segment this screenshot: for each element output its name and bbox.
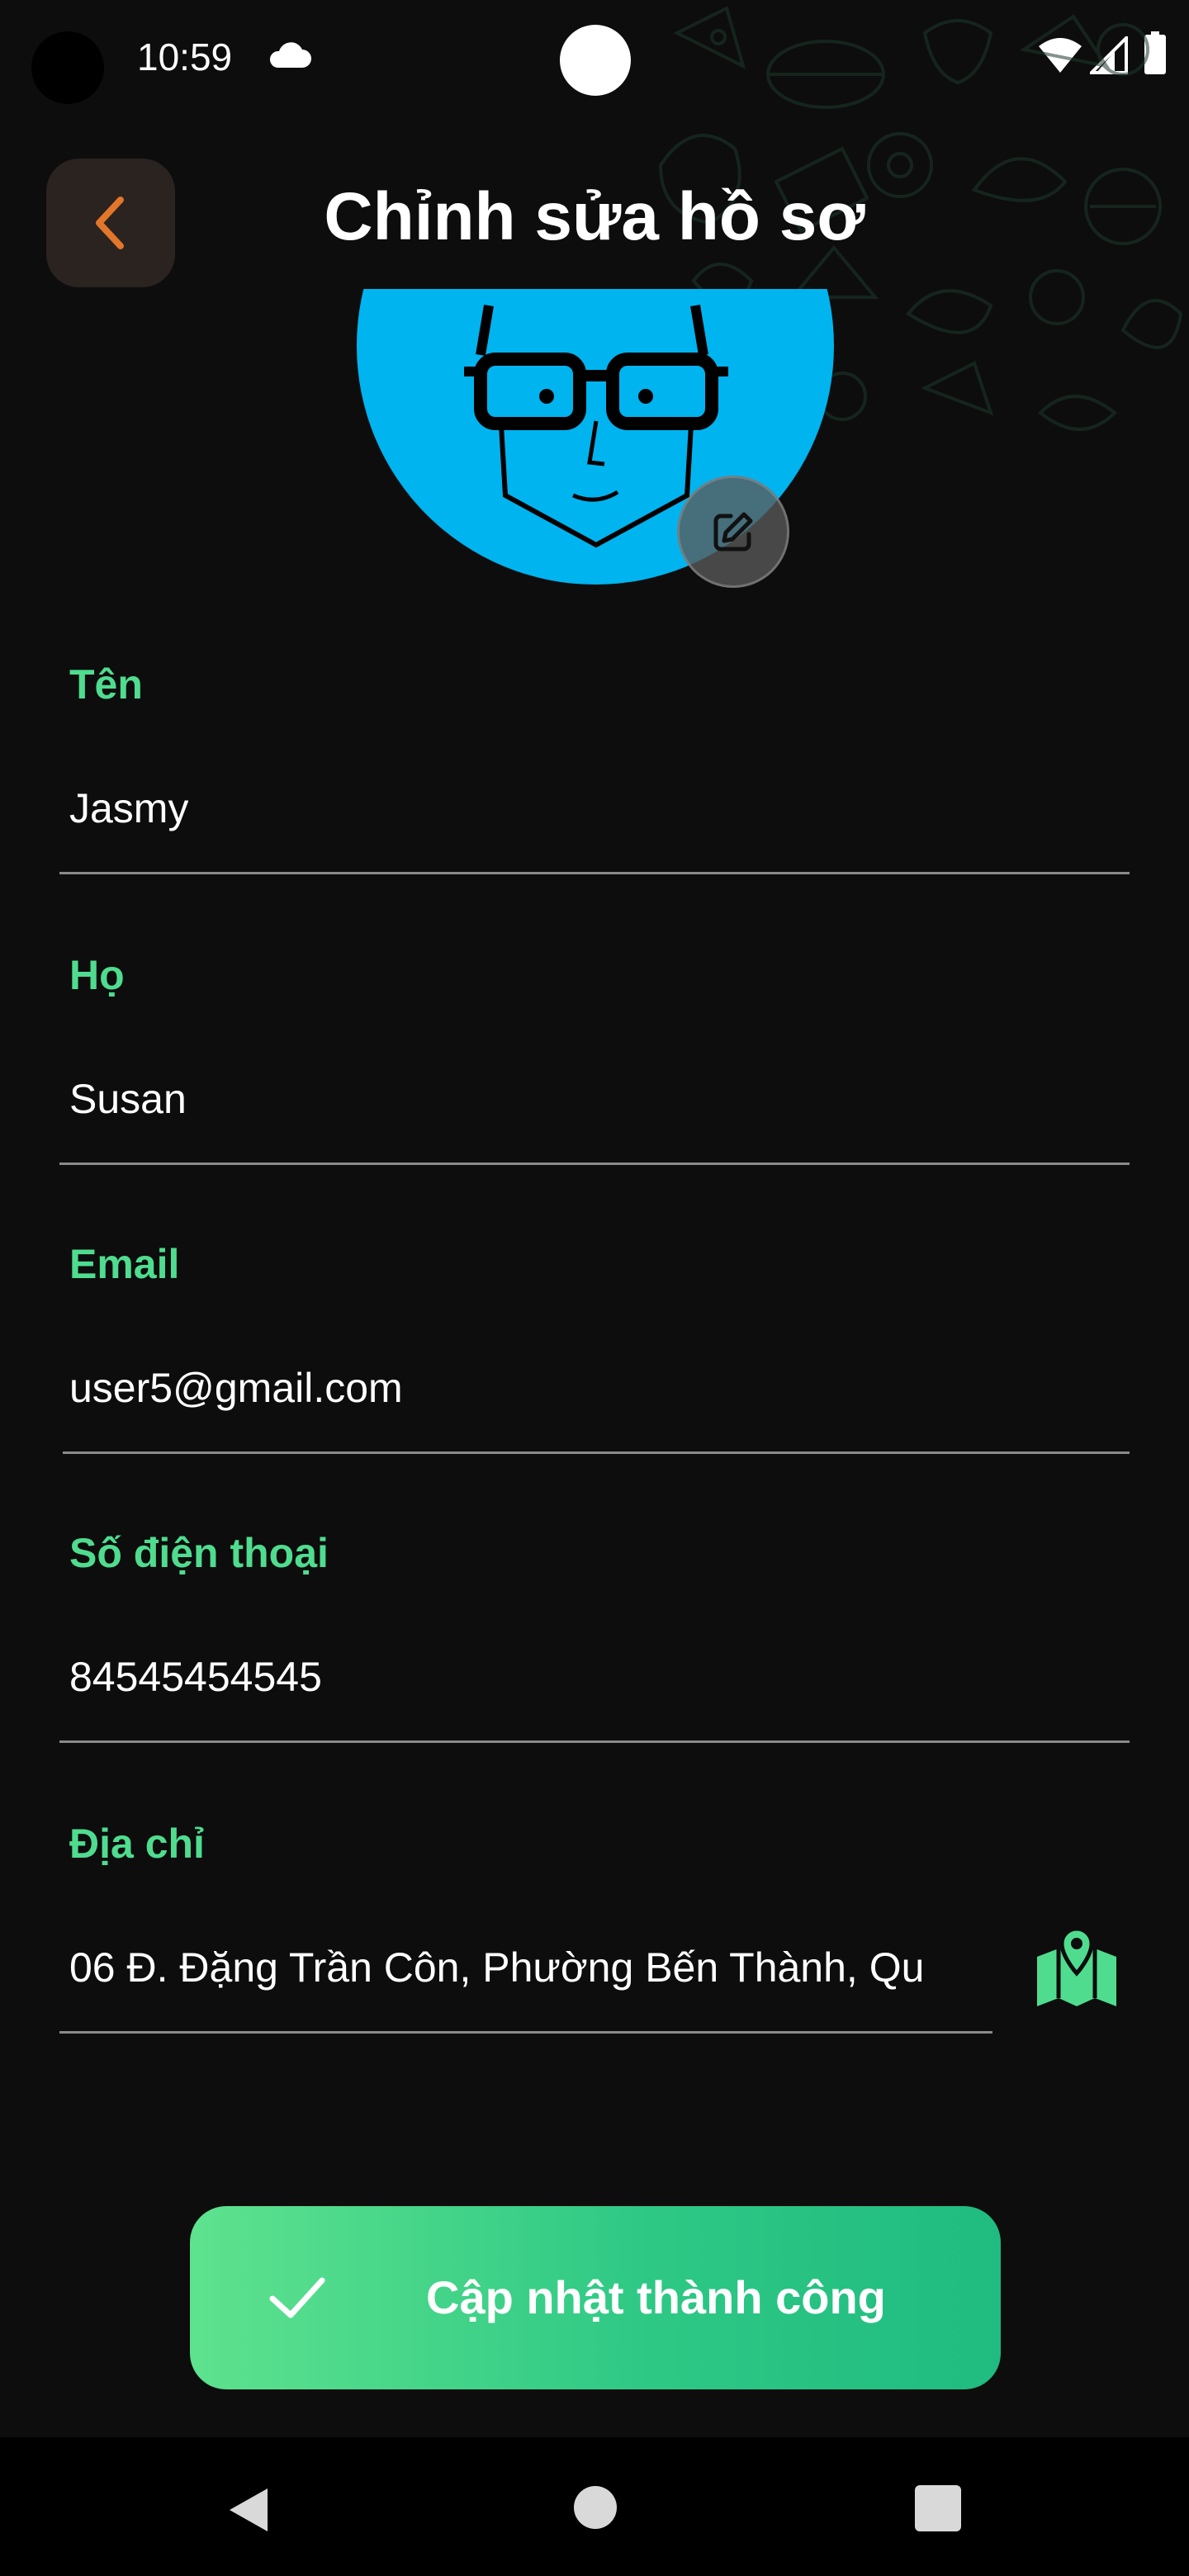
phone-input[interactable]: 84545454545 xyxy=(69,1653,322,1701)
map-pin-icon[interactable] xyxy=(1034,1924,1120,2010)
address-field[interactable]: Địa chỉ 06 Đ. Đặng Trần Côn, Phường Bến … xyxy=(59,1820,1130,2039)
phone-underline xyxy=(59,1740,1130,1743)
address-underline xyxy=(59,2031,992,2034)
edit-icon xyxy=(713,512,753,552)
nav-back-icon[interactable] xyxy=(225,2485,271,2535)
phone-label: Số điện thoại xyxy=(69,1530,329,1576)
last-name-input[interactable]: Susan xyxy=(69,1075,187,1123)
last-name-label: Họ xyxy=(69,952,125,998)
email-field[interactable]: Email user5@gmail.com xyxy=(59,1240,1130,1460)
address-input[interactable]: 06 Đ. Đặng Trần Côn, Phường Bến Thành, Q… xyxy=(69,1944,996,1991)
first-name-underline xyxy=(59,872,1130,874)
toast-message: Cập nhật thành công xyxy=(426,2271,886,2323)
phone-field[interactable]: Số điện thoại 84545454545 xyxy=(59,1529,1130,1749)
first-name-input[interactable]: Jasmy xyxy=(69,784,188,832)
email-label: Email xyxy=(69,1241,180,1287)
email-input[interactable]: user5@gmail.com xyxy=(69,1364,403,1412)
front-camera-cutout xyxy=(31,31,104,104)
check-icon xyxy=(269,2277,325,2318)
status-time: 10:59 xyxy=(137,36,233,78)
email-underline xyxy=(63,1451,1130,1454)
nav-recents-icon[interactable] xyxy=(915,2485,961,2531)
nav-home-icon[interactable] xyxy=(573,2485,618,2530)
avatar-edit-button[interactable] xyxy=(677,476,789,588)
last-name-underline xyxy=(59,1163,1130,1165)
last-name-field[interactable]: Họ Susan xyxy=(59,951,1130,1171)
success-toast: Cập nhật thành công xyxy=(190,2206,1001,2389)
back-button[interactable] xyxy=(46,159,175,287)
address-label: Địa chỉ xyxy=(69,1821,205,1867)
camera-dot xyxy=(560,25,631,96)
chevron-left-icon xyxy=(96,197,124,249)
first-name-field[interactable]: Tên Jasmy xyxy=(59,661,1130,880)
cloud-icon xyxy=(269,42,311,68)
system-navigation-bar xyxy=(0,2437,1189,2576)
first-name-label: Tên xyxy=(69,661,143,708)
